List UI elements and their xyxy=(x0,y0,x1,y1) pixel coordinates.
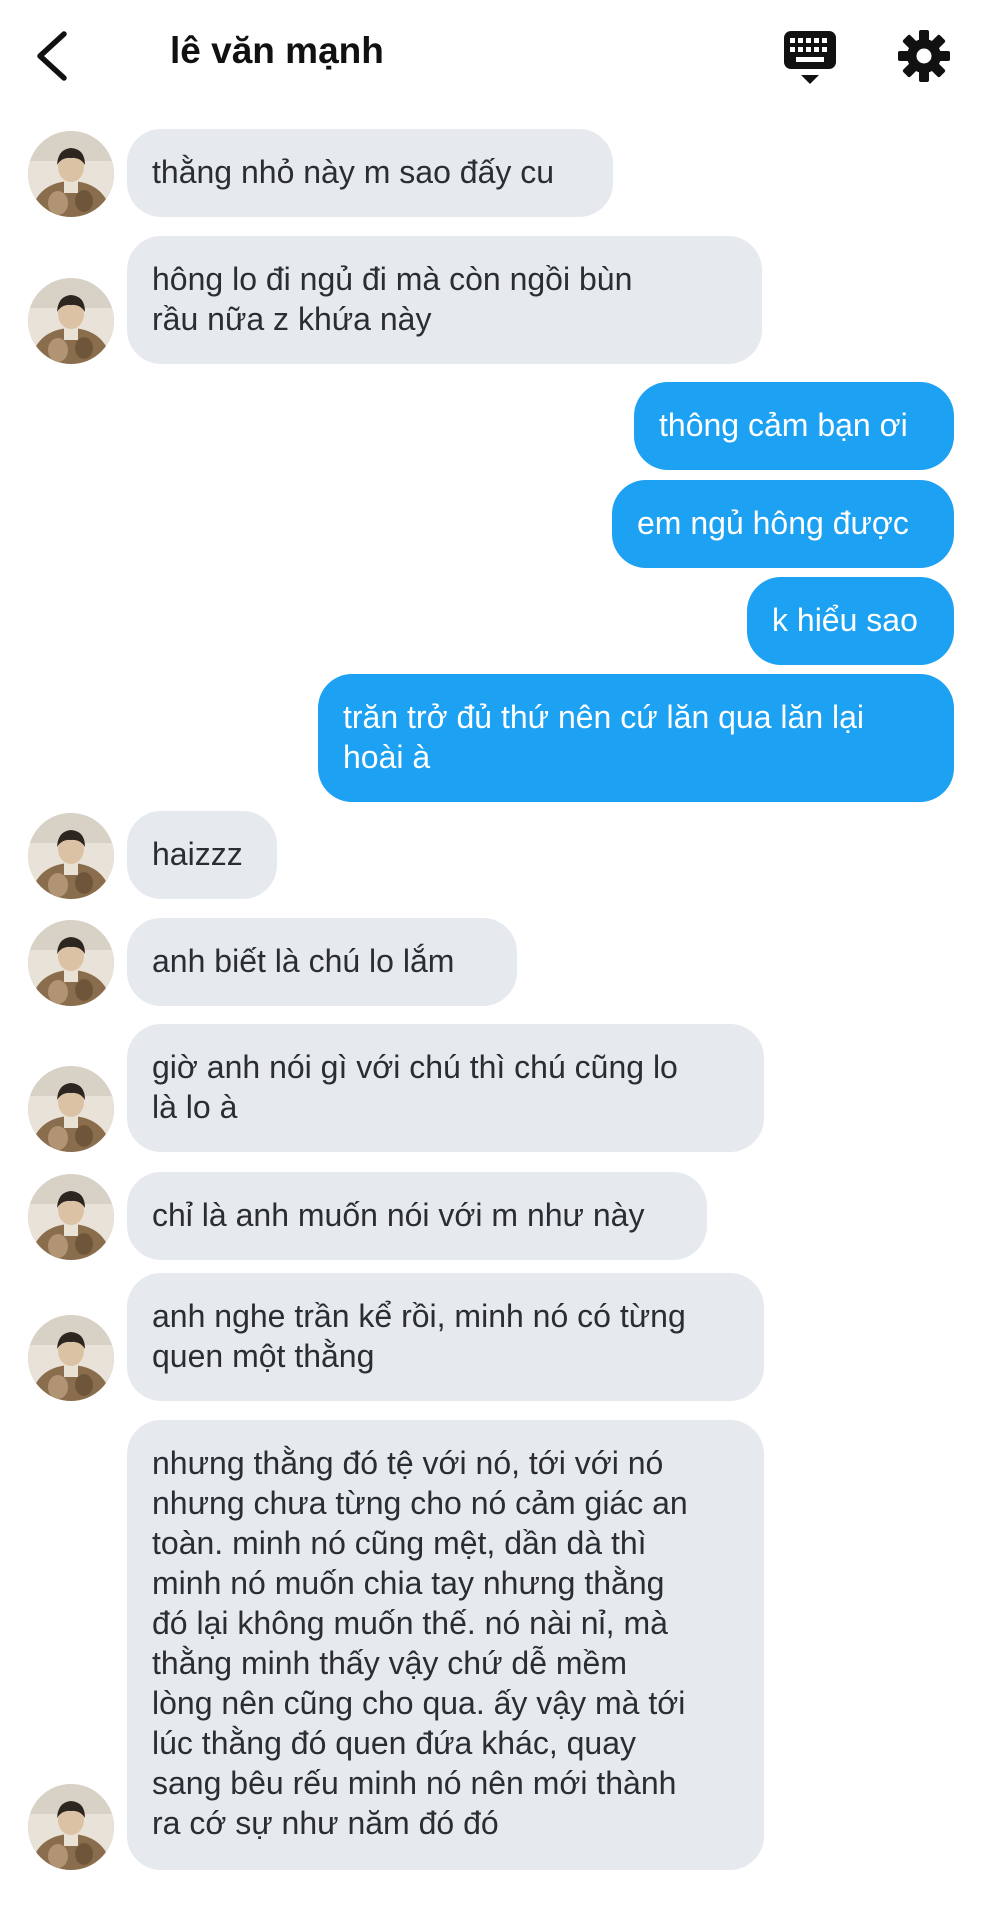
keyboard-button[interactable] xyxy=(783,30,837,86)
message-bubble[interactable]: k hiểu sao xyxy=(747,577,954,665)
chat-header: lê văn mạnh xyxy=(0,0,981,112)
incoming-message: chỉ là anh muốn nói với m như này xyxy=(0,1172,981,1260)
incoming-message: thằng nhỏ này m sao đấy cu xyxy=(0,129,981,217)
outgoing-message: k hiểu sao xyxy=(0,577,981,665)
message-bubble[interactable]: giờ anh nói gì với chú thì chú cũng lo l… xyxy=(127,1024,764,1152)
message-bubble[interactable]: thằng nhỏ này m sao đấy cu xyxy=(127,129,613,217)
incoming-message: nhưng thằng đó tệ với nó, tới với nó như… xyxy=(0,1420,981,1870)
gear-icon xyxy=(898,30,950,82)
keyboard-icon xyxy=(784,31,836,84)
message-bubble[interactable]: hông lo đi ngủ đi mà còn ngồi bùn rầu nữ… xyxy=(127,236,762,364)
incoming-message: giờ anh nói gì với chú thì chú cũng lo l… xyxy=(0,1024,981,1152)
avatar[interactable] xyxy=(28,920,114,1006)
incoming-message: hông lo đi ngủ đi mà còn ngồi bùn rầu nữ… xyxy=(0,236,981,364)
avatar[interactable] xyxy=(28,813,114,899)
avatar[interactable] xyxy=(28,278,114,364)
back-button[interactable] xyxy=(28,28,78,84)
message-bubble[interactable]: em ngủ hông được xyxy=(612,480,954,568)
settings-button[interactable] xyxy=(898,30,950,82)
message-bubble[interactable]: chỉ là anh muốn nói với m như này xyxy=(127,1172,707,1260)
outgoing-message: trăn trở đủ thứ nên cứ lăn qua lăn lại h… xyxy=(0,674,981,802)
chevron-left-icon xyxy=(37,31,67,81)
incoming-message: haizzz xyxy=(0,811,981,899)
incoming-message: anh nghe trần kể rồi, minh nó có từng qu… xyxy=(0,1273,981,1401)
outgoing-message: em ngủ hông được xyxy=(0,480,981,568)
avatar[interactable] xyxy=(28,1315,114,1401)
chat-title: lê văn mạnh xyxy=(170,30,384,71)
avatar[interactable] xyxy=(28,1784,114,1870)
avatar[interactable] xyxy=(28,131,114,217)
message-bubble[interactable]: anh biết là chú lo lắm xyxy=(127,918,517,1006)
avatar[interactable] xyxy=(28,1066,114,1152)
avatar[interactable] xyxy=(28,1174,114,1260)
message-bubble[interactable]: haizzz xyxy=(127,811,277,899)
incoming-message: anh biết là chú lo lắm xyxy=(0,918,981,1006)
message-bubble[interactable]: trăn trở đủ thứ nên cứ lăn qua lăn lại h… xyxy=(318,674,954,802)
outgoing-message: thông cảm bạn ơi xyxy=(0,382,981,470)
message-bubble[interactable]: nhưng thằng đó tệ với nó, tới với nó như… xyxy=(127,1420,764,1870)
message-bubble[interactable]: thông cảm bạn ơi xyxy=(634,382,954,470)
message-bubble[interactable]: anh nghe trần kể rồi, minh nó có từng qu… xyxy=(127,1273,764,1401)
